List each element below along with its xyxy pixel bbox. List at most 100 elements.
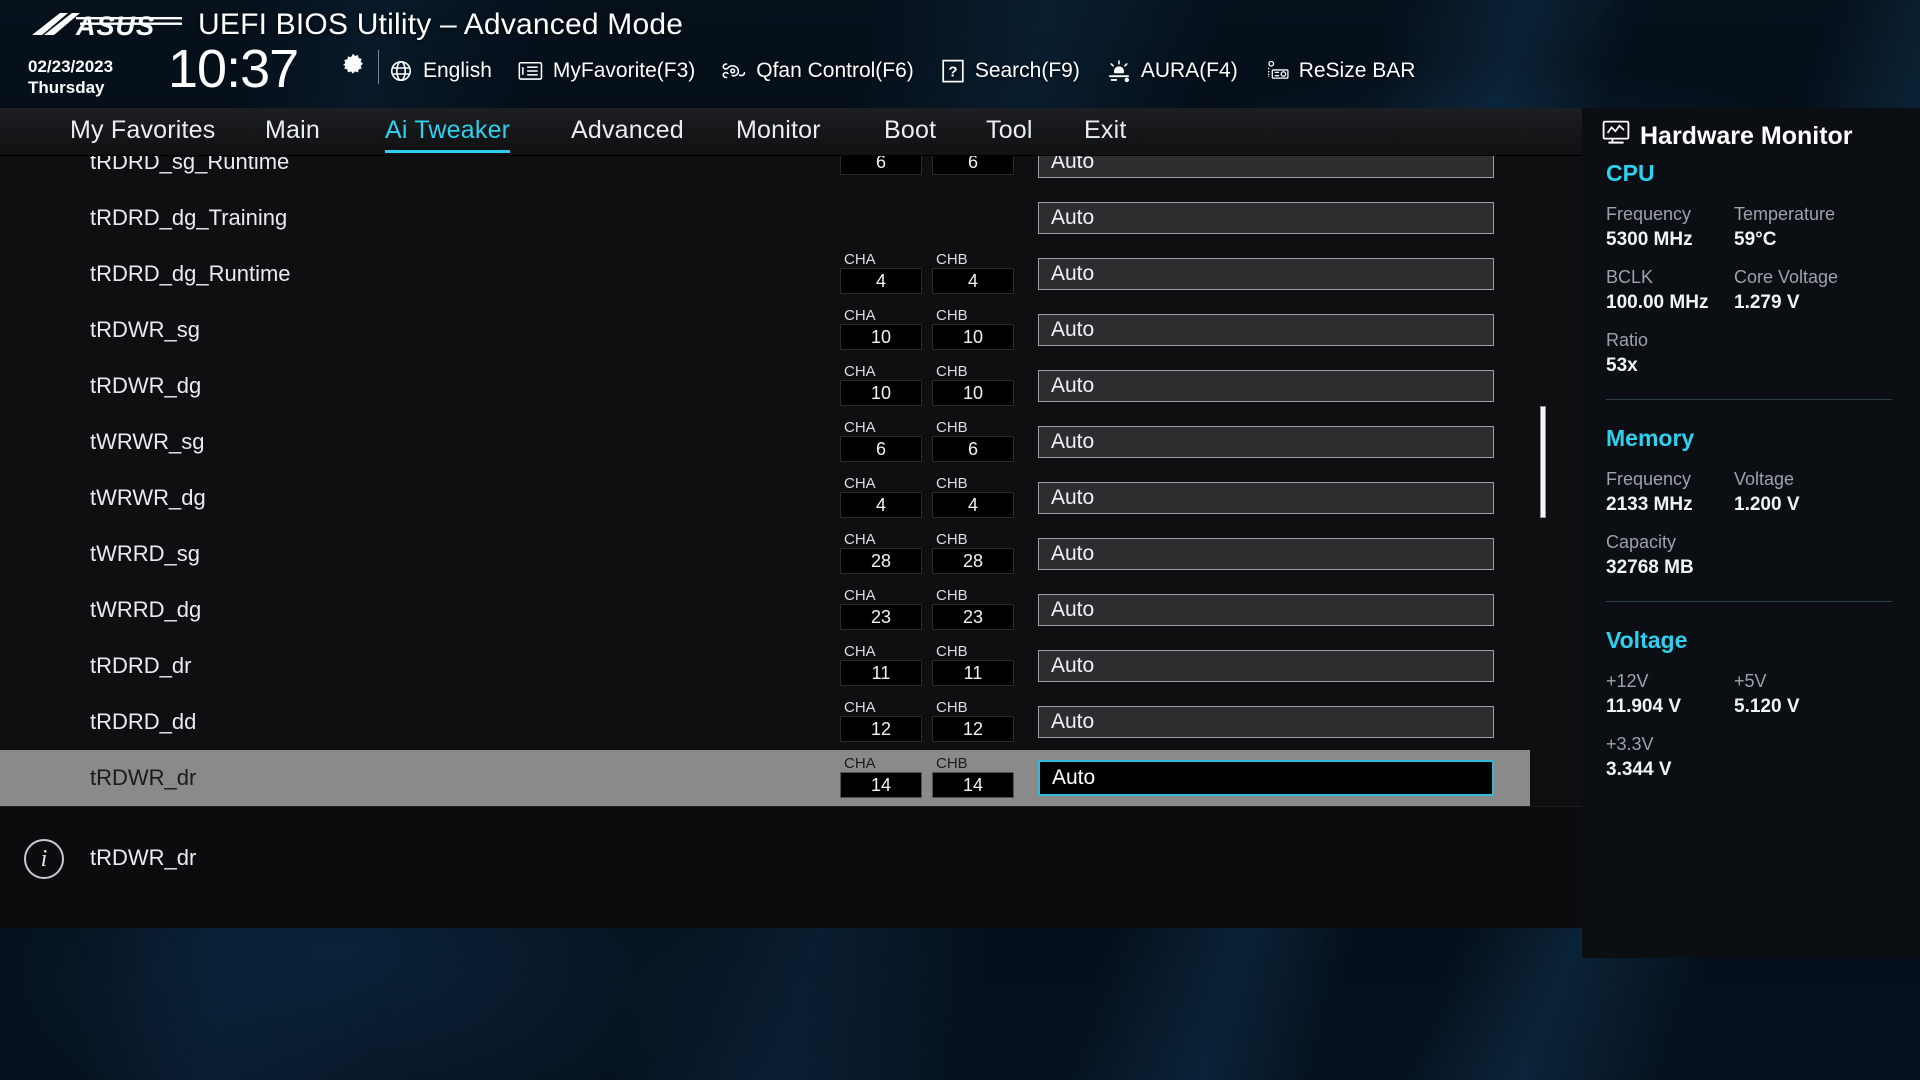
hw-field-value: 1.200 V	[1734, 494, 1800, 515]
myfavorite-button[interactable]: MyFavorite(F3)	[518, 58, 695, 84]
tab-ai-tweaker[interactable]: Ai Tweaker	[385, 116, 511, 153]
date-value: 02/23/2023	[28, 57, 114, 76]
scrollbar-track[interactable]	[1540, 156, 1546, 806]
tab-advanced[interactable]: Advanced	[571, 116, 684, 148]
setting-value-field[interactable]: Auto	[1038, 538, 1494, 570]
table-row[interactable]: tWRWR_dg CHA 4 CHB 4 Auto	[0, 470, 1530, 526]
weekday-value: Thursday	[28, 78, 105, 97]
table-row[interactable]: tRDRD_dg_Training Auto	[0, 190, 1530, 246]
channel-chb-cell: CHB 12	[932, 700, 1014, 742]
channel-label: CHA	[844, 475, 876, 492]
hw-section-memory: Memory	[1606, 425, 1695, 451]
table-row[interactable]: tRDRD_dg_Runtime CHA 4 CHB 4 Auto	[0, 246, 1530, 302]
channel-label: CHA	[844, 643, 876, 660]
info-bar: i tRDWR_dr	[0, 806, 1582, 928]
channel-value: 11	[932, 660, 1014, 686]
setting-value-field[interactable]: Auto	[1038, 426, 1494, 458]
channel-chb-cell: CHB 10	[932, 364, 1014, 406]
channel-cha-cell: CHA 6	[840, 420, 922, 462]
table-row[interactable]: tRDWR_dr CHA 14 CHB 14 Auto	[0, 750, 1530, 806]
channel-label: CHA	[844, 251, 876, 268]
hw-field-value: 3.344 V	[1606, 759, 1672, 780]
channel-cha-cell: CHA 14	[840, 756, 922, 798]
channel-value: 4	[840, 492, 922, 518]
channel-value: 14	[840, 772, 922, 798]
hw-field-label: Capacity	[1606, 532, 1677, 552]
tab-tool[interactable]: Tool	[986, 116, 1033, 148]
date-display: 02/23/2023 Thursday	[28, 56, 113, 98]
hw-field-label: +3.3V	[1606, 734, 1654, 754]
setting-value-field[interactable]: Auto	[1038, 370, 1494, 402]
tab-boot[interactable]: Boot	[884, 116, 936, 148]
table-row[interactable]: tWRRD_sg CHA 28 CHB 28 Auto	[0, 526, 1530, 582]
tab-main[interactable]: Main	[265, 116, 320, 148]
tab-my-favorites[interactable]: My Favorites	[70, 116, 215, 148]
asus-logo: ASUS	[30, 6, 190, 44]
channel-chb-cell: CHB 14	[932, 756, 1014, 798]
svg-text:ASUS: ASUS	[75, 11, 155, 41]
setting-value-field[interactable]: Auto	[1038, 650, 1494, 682]
channel-label: CHA	[844, 699, 876, 716]
hw-field-label: +12V	[1606, 671, 1649, 691]
channel-chb-cell: CHB 4	[932, 476, 1014, 518]
hw-field-label: Frequency	[1606, 469, 1692, 489]
channel-label: CHB	[936, 755, 968, 772]
aura-label: AURA(F4)	[1140, 59, 1238, 82]
aura-light-icon	[1106, 58, 1132, 84]
hw-field-value: 32768 MB	[1606, 557, 1694, 578]
resize-bar-button[interactable]: ReSize BAR	[1264, 58, 1415, 84]
channel-label: CHA	[844, 755, 876, 772]
scrollbar-thumb[interactable]	[1540, 406, 1546, 518]
setting-value-field[interactable]: Auto	[1038, 706, 1494, 738]
header-bar: ASUS UEFI BIOS Utility – Advanced Mode 0…	[0, 0, 1920, 108]
setting-value-field[interactable]: Auto	[1038, 482, 1494, 514]
setting-value-field[interactable]: Auto	[1038, 258, 1494, 290]
hw-field-value: 2133 MHz	[1606, 494, 1693, 515]
channel-value: 4	[932, 492, 1014, 518]
channel-value: 12	[932, 716, 1014, 742]
setting-value-field[interactable]: Auto	[1038, 314, 1494, 346]
settings-list: tRDRD_sg_Runtime 6 6 Auto tRDRD_dg_Training A…	[0, 156, 1582, 806]
channel-chb-cell: CHB 6	[932, 420, 1014, 462]
table-row[interactable]: tRDRD_dr CHA 11 CHB 11 Auto	[0, 638, 1530, 694]
table-row[interactable]: tWRRD_dg CHA 23 CHB 23 Auto	[0, 582, 1530, 638]
channel-label: CHB	[936, 363, 968, 380]
setting-value-field[interactable]: Auto	[1038, 156, 1494, 178]
tab-label: Boot	[884, 115, 937, 144]
svg-text:?: ?	[948, 63, 957, 80]
monitor-graph-icon	[1602, 120, 1630, 152]
setting-value-field[interactable]: Auto	[1038, 202, 1494, 234]
gear-icon[interactable]	[340, 52, 366, 78]
tab-exit[interactable]: Exit	[1084, 116, 1126, 148]
setting-name: tRDRD_dr	[90, 653, 192, 678]
table-row[interactable]: tWRWR_sg CHA 6 CHB 6 Auto	[0, 414, 1530, 470]
setting-value-field[interactable]: Auto	[1038, 760, 1494, 796]
hw-field-label: Ratio	[1606, 330, 1649, 350]
hw-section-cpu: CPU	[1606, 160, 1655, 186]
channel-value: 6	[932, 156, 1014, 175]
channel-value: 10	[840, 324, 922, 350]
hw-field-label: +5V	[1734, 671, 1767, 691]
hw-field-value: 11.904 V	[1606, 696, 1682, 717]
list-icon	[518, 58, 544, 84]
qfan-control-button[interactable]: Qfan Control(F6)	[721, 58, 914, 84]
table-row[interactable]: tRDWR_dg CHA 10 CHB 10 Auto	[0, 358, 1530, 414]
hw-field-value: 100.00 MHz	[1606, 292, 1709, 313]
setting-value-field[interactable]: Auto	[1038, 594, 1494, 626]
table-row[interactable]: tRDWR_sg CHA 10 CHB 10 Auto	[0, 302, 1530, 358]
channel-value: 28	[840, 548, 922, 574]
channel-cha-cell: CHA 10	[840, 364, 922, 406]
search-button[interactable]: ? Search(F9)	[940, 58, 1080, 84]
tab-monitor[interactable]: Monitor	[736, 116, 821, 148]
setting-name: tRDRD_dg_Training	[90, 205, 288, 230]
hw-section-divider	[1606, 399, 1892, 400]
tab-label: Tool	[986, 115, 1033, 144]
channel-value: 14	[932, 772, 1014, 798]
channel-label: CHB	[936, 419, 968, 436]
table-row[interactable]: tRDRD_dd CHA 12 CHB 12 Auto	[0, 694, 1530, 750]
setting-name: tRDRD_dd	[90, 709, 197, 734]
channel-value: 4	[932, 268, 1014, 294]
aura-button[interactable]: AURA(F4)	[1106, 58, 1238, 84]
table-row[interactable]: tRDRD_sg_Runtime 6 6 Auto	[0, 156, 1530, 190]
language-button[interactable]: English	[388, 58, 492, 84]
